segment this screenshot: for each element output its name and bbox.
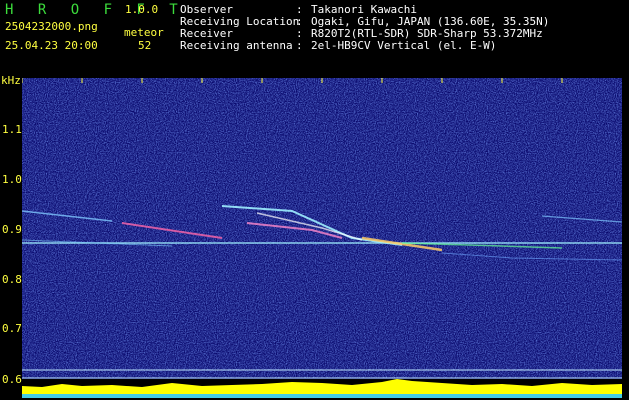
file-name: 2504232000.png: [5, 20, 98, 33]
y-tick-label: 0.8: [2, 273, 22, 286]
app-logo: H R O F F T: [5, 2, 186, 18]
meteor-label: meteor: [124, 26, 164, 39]
info-value-antenna: 2el-HB9CV Vertical (el. E-W): [311, 39, 497, 52]
spectrogram-plot: [22, 78, 622, 398]
info-key-antenna: Receiving antenna: [180, 39, 293, 52]
header-panel: H R O F F T 1.0.0 2504232000.png meteor …: [0, 0, 629, 72]
signal-level-baseline: [22, 394, 622, 398]
app-version: 1.0.0: [125, 3, 159, 16]
y-tick-label: 1.1: [2, 123, 22, 136]
info-sep: :: [296, 39, 303, 52]
y-tick-label: 1.0: [2, 173, 22, 186]
y-tick-label: 0.6: [2, 373, 22, 386]
meteor-count: 52: [138, 39, 152, 52]
y-tick-label: 0.7: [2, 322, 22, 335]
date-time: 25.04.23 20:00: [5, 39, 98, 52]
y-tick-label: 0.9: [2, 223, 22, 236]
y-axis-label: kHz: [1, 74, 21, 87]
